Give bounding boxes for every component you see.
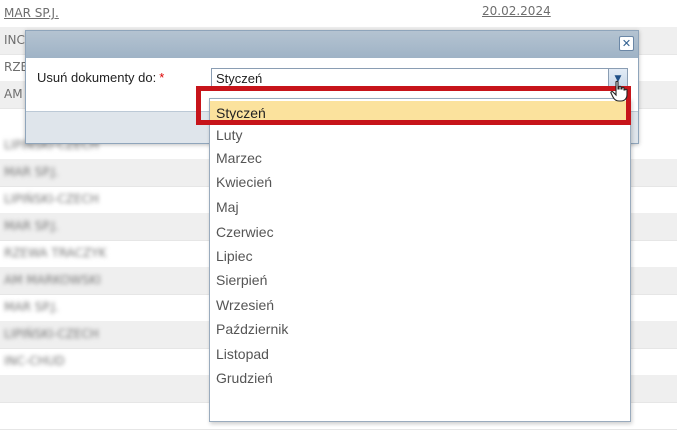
month-option-wrzesien[interactable]: Wrzesień — [210, 293, 630, 317]
table-cell-name: MAR SP.J. — [4, 300, 59, 314]
table-cell-name: RZEWA TRACZYK — [4, 246, 107, 260]
month-dropdown-list: Styczeń Luty Marzec Kwiecień Maj Czerwie… — [209, 98, 631, 422]
table-cell-name: AM — [4, 87, 23, 101]
delete-until-label-text: Usuń dokumenty do: — [37, 70, 157, 85]
hand-pointer-icon — [610, 80, 628, 102]
month-option-grudzien[interactable]: Grudzień — [210, 366, 630, 390]
table-cell-name: INC — [4, 33, 25, 47]
month-option-kwiecien[interactable]: Kwiecień — [210, 170, 630, 194]
table-cell-date[interactable]: 20.02.2024 — [482, 4, 551, 18]
month-option-maj[interactable]: Maj — [210, 195, 630, 219]
month-option-lipiec[interactable]: Lipiec — [210, 244, 630, 268]
month-option-sierpien[interactable]: Sierpień — [210, 268, 630, 292]
table-cell-name: MAR SP.J. — [4, 219, 59, 233]
table-cell-name: LIPIŃSKI-CZECH — [4, 192, 99, 206]
table-cell-name: MAR SP.J. — [4, 6, 59, 20]
month-option-listopad[interactable]: Listopad — [210, 342, 630, 366]
table-cell-name: AM MARKOWSKI — [4, 273, 101, 287]
month-select-value: Styczeń — [216, 71, 263, 86]
month-option-czerwiec[interactable]: Czerwiec — [210, 220, 630, 244]
close-icon[interactable]: ✕ — [619, 36, 634, 51]
dialog-header: ✕ — [26, 31, 638, 58]
table-row[interactable]: MAR SP.J. 20.02.2024 — [0, 0, 677, 28]
table-cell-name: LIPIŃSKI-CZECH — [4, 327, 99, 341]
month-option-marzec[interactable]: Marzec — [210, 146, 630, 170]
delete-until-label: Usuń dokumenty do: * — [37, 70, 164, 85]
highlight-box — [196, 86, 631, 125]
month-option-luty[interactable]: Luty — [210, 126, 630, 146]
month-option-pazdziernik[interactable]: Październik — [210, 317, 630, 341]
table-cell-name: INC-CHUD — [4, 354, 65, 368]
required-marker: * — [159, 70, 165, 85]
table-cell-name: MAR SP.J. — [4, 165, 59, 179]
